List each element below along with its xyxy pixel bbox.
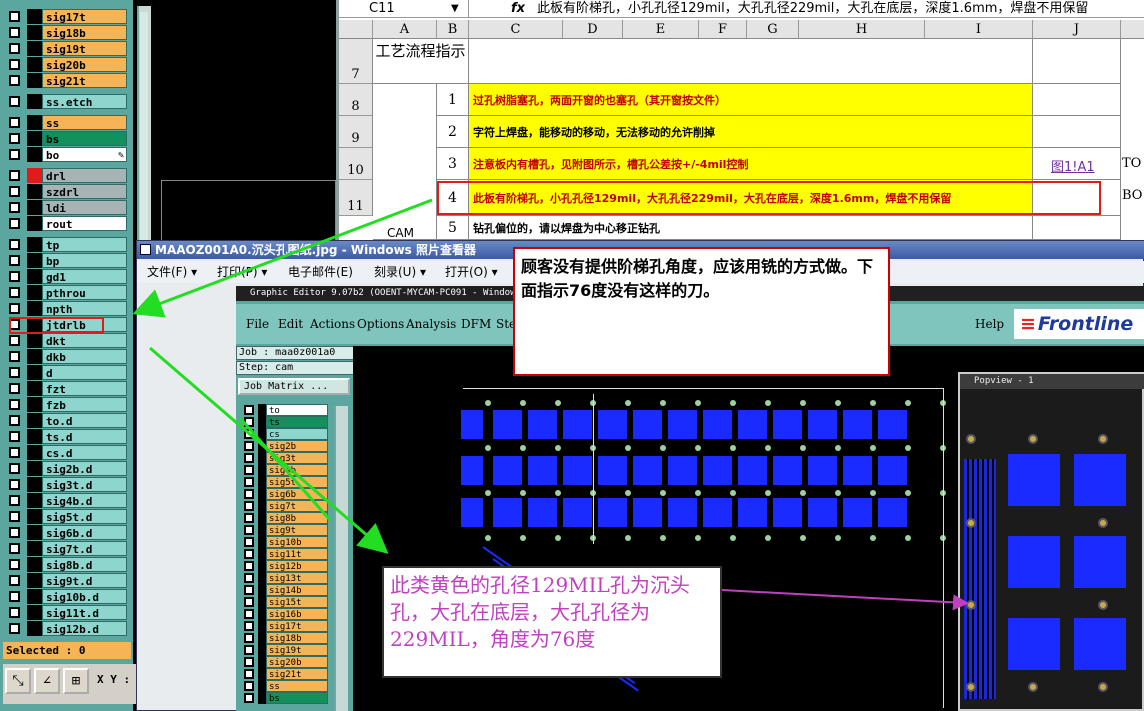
arrow-row4-to-layer <box>132 198 433 318</box>
annotation-arrows <box>132 198 969 611</box>
arrow-editor-to-note <box>238 417 332 521</box>
arrow-note-to-popview <box>721 589 969 611</box>
